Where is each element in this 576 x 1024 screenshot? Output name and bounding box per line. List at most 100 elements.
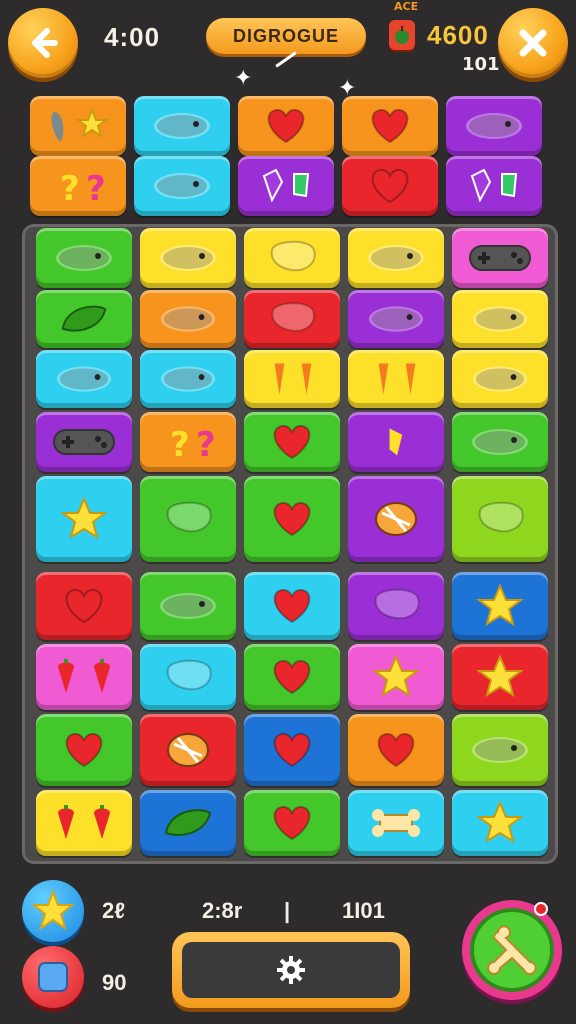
bone-icon: [487, 925, 537, 975]
close-button[interactable]: [498, 8, 568, 78]
board-tile[interactable]: [36, 476, 132, 562]
block-count: 90: [102, 970, 127, 995]
tray-tile[interactable]: [446, 156, 542, 216]
board-tile[interactable]: [244, 572, 340, 640]
notification-dot: [534, 902, 548, 916]
board-tile[interactable]: [348, 350, 444, 408]
gear-icon: [277, 956, 305, 984]
board-tile[interactable]: [140, 714, 236, 786]
star-icon: [476, 654, 524, 698]
board-tile[interactable]: [348, 228, 444, 288]
jelly-bean-icon: [472, 306, 528, 332]
gamepad-icon: [53, 429, 115, 455]
board-tile[interactable]: [140, 290, 236, 348]
board-tile[interactable]: [452, 644, 548, 710]
level-title: DIGROGUE: [206, 18, 366, 54]
jelly-bean-icon: [368, 306, 424, 332]
heart-icon: [273, 805, 311, 841]
score-label: 1Ι01: [342, 898, 385, 923]
board-tile[interactable]: [348, 644, 444, 710]
star-icon: [372, 654, 420, 698]
board-tile[interactable]: [244, 412, 340, 472]
board-tile[interactable]: [36, 290, 132, 348]
board-tile[interactable]: [452, 790, 548, 856]
jelly-bean-icon: [472, 429, 528, 455]
tray-tile[interactable]: ??: [30, 156, 126, 216]
boost-button[interactable]: [462, 900, 562, 1000]
level-tag: ACE: [394, 0, 419, 13]
board-tile[interactable]: [36, 350, 132, 408]
heart-icon: [273, 732, 311, 768]
board-tile[interactable]: [348, 476, 444, 562]
heart-icon: [371, 168, 409, 204]
board-tile[interactable]: [244, 350, 340, 408]
board-tile[interactable]: [244, 290, 340, 348]
settings-button[interactable]: [172, 932, 410, 1008]
carrot-icon: [274, 363, 312, 395]
board-tile[interactable]: [348, 412, 444, 472]
board-tile[interactable]: [36, 572, 132, 640]
board-tile[interactable]: [452, 412, 548, 472]
tray-tile[interactable]: [238, 156, 334, 216]
board-tile[interactable]: [452, 714, 548, 786]
board-tile[interactable]: [140, 572, 236, 640]
block-booster-button[interactable]: [22, 946, 84, 1008]
board-tile[interactable]: [36, 644, 132, 710]
board-tile[interactable]: [36, 714, 132, 786]
board-tile[interactable]: [452, 350, 548, 408]
tray-tile[interactable]: [446, 96, 542, 156]
gem-icon: [470, 168, 518, 203]
strawberry-icon: [58, 659, 110, 693]
board-tile[interactable]: [140, 476, 236, 562]
board-tile[interactable]: [348, 790, 444, 856]
board-tile[interactable]: [140, 228, 236, 288]
board-tile[interactable]: [452, 228, 548, 288]
board-tile[interactable]: [244, 228, 340, 288]
svg-text:?: ?: [170, 425, 190, 465]
board-tile[interactable]: [36, 228, 132, 288]
score-text: 4600: [427, 20, 489, 50]
blob-icon: [374, 588, 420, 620]
tray-tile[interactable]: [30, 96, 126, 156]
board-tile[interactable]: [348, 572, 444, 640]
apple-icon: [389, 20, 415, 50]
blob-icon: [270, 240, 316, 272]
blob-icon: [271, 302, 315, 332]
back-button[interactable]: [8, 8, 78, 78]
board-tile[interactable]: ??: [140, 412, 236, 472]
strawberry-icon: [58, 805, 110, 839]
board-tile[interactable]: [244, 476, 340, 562]
board-tile[interactable]: [244, 714, 340, 786]
question-icon: ??: [60, 169, 106, 209]
board-tile[interactable]: [244, 644, 340, 710]
shell-icon: [167, 733, 209, 767]
tray-tile[interactable]: [134, 156, 230, 216]
star-booster-button[interactable]: [22, 880, 84, 942]
candy-icon: [386, 423, 406, 461]
board-tile[interactable]: [452, 476, 548, 562]
star-icon: [476, 800, 524, 844]
tray-tile[interactable]: [134, 96, 230, 156]
tray-tile[interactable]: [238, 96, 334, 156]
blob-icon: [478, 501, 524, 533]
jelly-bean-icon: [472, 737, 528, 763]
svg-text:?: ?: [60, 169, 80, 209]
tray-tile[interactable]: [342, 96, 438, 156]
tray-tile[interactable]: [342, 156, 438, 216]
board-tile[interactable]: [36, 412, 132, 472]
board-tile[interactable]: [348, 290, 444, 348]
board-tile[interactable]: [452, 572, 548, 640]
close-icon: [519, 29, 547, 57]
board-tile[interactable]: [36, 790, 132, 856]
jelly-bean-icon: [368, 245, 424, 271]
board-tile[interactable]: [140, 790, 236, 856]
star-icon: [31, 889, 75, 931]
time-label: 2:8r: [202, 898, 243, 923]
board-tile[interactable]: [244, 790, 340, 856]
pepper-star-icon: [51, 107, 109, 142]
board-tile[interactable]: [348, 714, 444, 786]
jelly-bean-icon: [466, 113, 522, 139]
board-tile[interactable]: [452, 290, 548, 348]
board-tile[interactable]: [140, 350, 236, 408]
board-tile[interactable]: [140, 644, 236, 710]
